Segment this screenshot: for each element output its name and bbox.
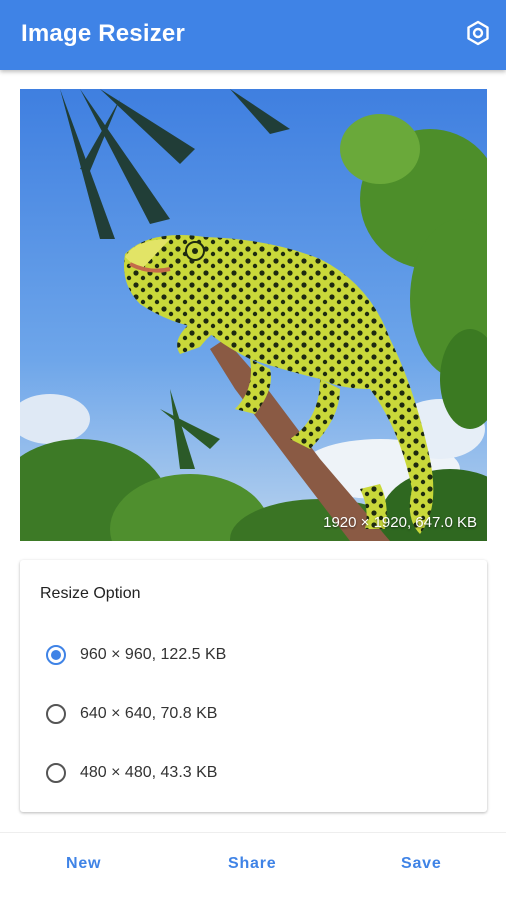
- resize-option-640[interactable]: 640 × 640, 70.8 KB: [46, 699, 346, 729]
- image-info: 1920 × 1920, 647.0 KB: [323, 514, 477, 531]
- radio-selected-icon[interactable]: [46, 645, 66, 665]
- share-button[interactable]: Share: [228, 855, 276, 873]
- save-button[interactable]: Save: [401, 855, 442, 873]
- settings-icon: [467, 20, 489, 46]
- app-bar: Image Resizer: [0, 0, 506, 70]
- option-label: 960 × 960, 122.5 KB: [80, 646, 227, 663]
- resize-option-card: Resize Option 960 × 960, 122.5 KB 640 × …: [20, 560, 487, 812]
- app-title: Image Resizer: [21, 20, 186, 47]
- bottom-action-bar: New Share Save: [0, 832, 506, 901]
- option-label: 640 × 640, 70.8 KB: [80, 705, 218, 722]
- option-label: 480 × 480, 43.3 KB: [80, 764, 218, 781]
- chameleon-photo: [20, 89, 487, 541]
- radio-unselected-icon[interactable]: [46, 704, 66, 724]
- image-preview: 1920 × 1920, 647.0 KB: [20, 89, 487, 541]
- settings-button[interactable]: [464, 19, 492, 47]
- new-button[interactable]: New: [66, 855, 101, 873]
- resize-option-title: Resize Option: [40, 585, 141, 602]
- radio-unselected-icon[interactable]: [46, 763, 66, 783]
- resize-option-960[interactable]: 960 × 960, 122.5 KB: [46, 640, 346, 670]
- resize-option-480[interactable]: 480 × 480, 43.3 KB: [46, 758, 346, 788]
